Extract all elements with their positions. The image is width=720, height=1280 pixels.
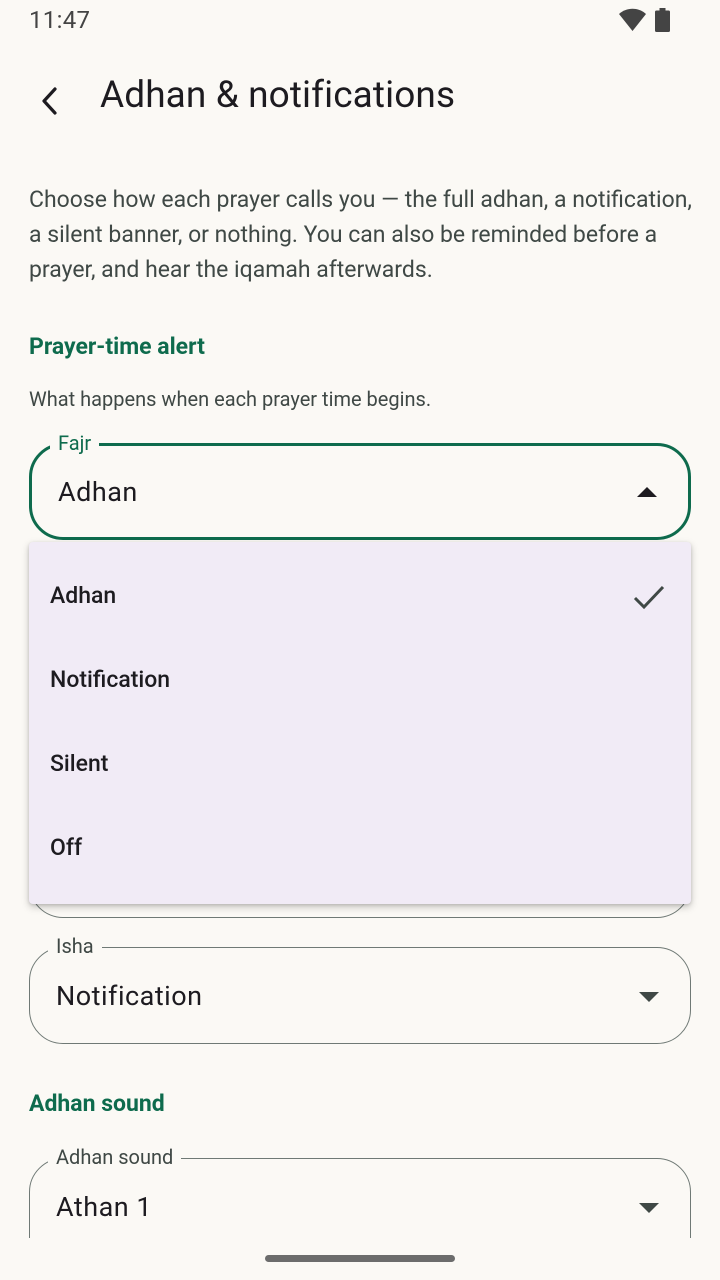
battery-icon (655, 8, 670, 32)
intro-text: Choose how each prayer calls you — the f… (29, 186, 692, 283)
app-bar: Adhan & notifications (0, 52, 720, 144)
prayer-alert-description: What happens when each prayer time begin… (29, 387, 432, 411)
page-title: Adhan & notifications (100, 74, 456, 117)
status-bar: 11:47 (0, 0, 720, 44)
adhan-sound-dropdown-label: Adhan sound (48, 1145, 182, 1169)
adhan-sound-dropdown-value: Athan 1 (56, 1191, 153, 1223)
caret-down-icon (639, 992, 659, 1002)
wifi-icon (619, 8, 646, 31)
alert-options-menu: Adhan Notification Silent Off (29, 542, 691, 904)
isha-dropdown-label: Isha (48, 934, 102, 958)
caret-up-icon (637, 487, 657, 497)
fajr-dropdown[interactable]: Fajr Adhan (29, 431, 691, 540)
check-icon (633, 585, 665, 610)
prayer-alert-heading: Prayer-time alert (29, 333, 205, 360)
home-indicator[interactable] (265, 1255, 455, 1262)
chevron-left-icon (42, 87, 57, 115)
caret-down-icon (639, 1203, 659, 1213)
menu-item-notification[interactable]: Notification (29, 640, 691, 724)
isha-dropdown[interactable]: Isha Notification (29, 934, 691, 1044)
menu-item-adhan[interactable]: Adhan (29, 556, 691, 640)
status-time: 11:47 (29, 6, 91, 34)
menu-item-silent[interactable]: Silent (29, 724, 691, 808)
menu-item-label: Adhan (50, 582, 117, 609)
fajr-dropdown-label: Fajr (50, 431, 100, 455)
menu-item-off[interactable]: Off (29, 808, 691, 892)
menu-item-label: Silent (50, 750, 109, 777)
menu-item-label: Notification (50, 666, 171, 693)
fajr-dropdown-value: Adhan (58, 476, 138, 508)
adhan-sound-heading: Adhan sound (29, 1090, 165, 1117)
back-button[interactable] (22, 74, 76, 128)
isha-dropdown-value: Notification (56, 980, 203, 1012)
menu-item-label: Off (50, 834, 83, 861)
